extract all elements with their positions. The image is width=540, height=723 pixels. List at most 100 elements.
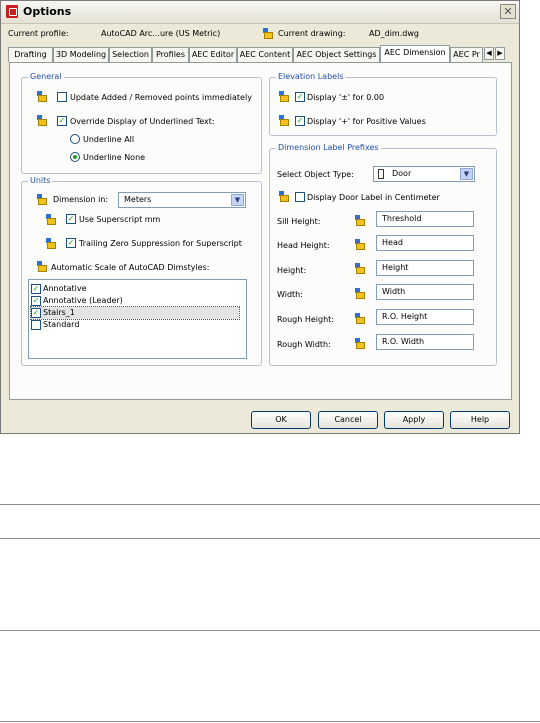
object-type-select[interactable]: Door ▼ [373, 166, 475, 182]
cancel-button[interactable]: Cancel [318, 411, 378, 429]
dimstyle-checkbox[interactable]: ✓ [31, 296, 41, 306]
drawing-setting-icon [355, 338, 365, 349]
dimstyle-label: Stairs_1 [43, 308, 75, 317]
height-label: Height: [277, 266, 307, 275]
tab-scroll-right-icon[interactable]: ▶ [495, 47, 505, 60]
list-item[interactable]: ✓ Annotative [31, 283, 239, 295]
dimstyle-label: Standard [43, 320, 80, 329]
drawing-setting-icon [279, 191, 289, 202]
apply-button[interactable]: Apply [384, 411, 444, 429]
chevron-down-icon[interactable]: ▼ [460, 168, 473, 180]
tab-scroll-left-icon[interactable]: ◀ [484, 47, 494, 60]
tab-aec-content[interactable]: AEC Content [237, 47, 293, 62]
drawing-setting-icon [37, 194, 47, 205]
help-button[interactable]: Help [450, 411, 510, 429]
chevron-down-icon[interactable]: ▼ [231, 194, 244, 206]
display-plusminus-label: Display '±' for 0.00 [307, 93, 385, 102]
height-field[interactable]: Height [376, 260, 474, 276]
trailing-zero-checkbox[interactable]: ✓ [66, 238, 76, 248]
tab-aec-editor[interactable]: AEC Editor [189, 47, 237, 62]
drawing-setting-icon [46, 214, 56, 225]
tab-aec-dimension[interactable]: AEC Dimension [380, 45, 450, 63]
use-superscript-label: Use Superscript mm [79, 215, 161, 224]
drawing-setting-icon [37, 115, 47, 126]
drawing-setting-icon [37, 261, 47, 272]
divider [0, 504, 540, 505]
current-profile-label: Current profile: [8, 29, 69, 38]
elevation-labels-group-label: Elevation Labels [276, 72, 346, 81]
tab-drafting[interactable]: Drafting [8, 47, 53, 62]
display-door-cm-checkbox[interactable] [295, 192, 305, 202]
current-drawing-value: AD_dim.dwg [369, 29, 419, 38]
divider [0, 721, 540, 722]
rough-height-field[interactable]: R.O. Height [376, 309, 474, 325]
override-display-checkbox[interactable]: ✓ [57, 116, 67, 126]
sill-height-field[interactable]: Threshold [376, 211, 474, 227]
ok-button[interactable]: OK [251, 411, 311, 429]
dimstyle-checkbox[interactable]: ✓ [31, 284, 41, 294]
divider [0, 538, 540, 539]
list-item[interactable]: ✓ Stairs_1 [30, 306, 240, 320]
use-superscript-checkbox[interactable]: ✓ [66, 214, 76, 224]
tab-selection[interactable]: Selection [109, 47, 152, 62]
width-field[interactable]: Width [376, 284, 474, 300]
display-plus-label: Display '+' for Positive Values [307, 117, 426, 126]
underline-none-radio[interactable] [70, 152, 80, 162]
autocad-app-icon [6, 5, 18, 18]
current-profile-value: AutoCAD Arc...ure (US Metric) [101, 29, 221, 38]
drawing-setting-icon [279, 115, 289, 126]
dimstyle-checkbox[interactable]: ✓ [31, 308, 41, 318]
override-display-label: Override Display of Underlined Text: [70, 117, 215, 126]
dimstyles-list[interactable]: ✓ Annotative ✓ Annotative (Leader) ✓ Sta… [28, 279, 247, 359]
drawing-setting-icon [355, 288, 365, 299]
tab-aec-pr[interactable]: AEC Pr [450, 47, 483, 62]
dimstyle-checkbox[interactable] [31, 320, 41, 330]
rough-height-label: Rough Height: [277, 315, 334, 324]
update-added-label: Update Added / Removed points immediatel… [70, 93, 252, 102]
units-group-label: Units [28, 176, 53, 185]
close-button[interactable]: ✕ [500, 4, 516, 19]
list-item[interactable]: ✓ Annotative (Leader) [31, 295, 239, 307]
tab-profiles[interactable]: Profiles [152, 47, 189, 62]
drawing-setting-icon [279, 91, 289, 102]
underline-none-label: Underline None [83, 153, 146, 162]
width-label: Width: [277, 290, 303, 299]
underline-all-radio[interactable] [70, 134, 80, 144]
drawing-setting-icon [355, 215, 365, 226]
tab-3d-modeling[interactable]: 3D Modeling [53, 47, 109, 62]
elevation-labels-group: Elevation Labels [269, 72, 497, 136]
dimstyle-label: Annotative (Leader) [43, 296, 123, 305]
drawing-setting-icon [355, 263, 365, 274]
drawing-setting-icon [46, 238, 56, 249]
object-type-value: Door [392, 169, 412, 178]
rough-width-field[interactable]: R.O. Width [376, 334, 474, 350]
tab-aec-object-settings[interactable]: AEC Object Settings [293, 47, 380, 62]
drawing-icon [263, 28, 273, 39]
select-object-type-label: Select Object Type: [277, 170, 354, 179]
door-icon [378, 169, 384, 179]
rough-width-label: Rough Width: [277, 340, 331, 349]
options-dialog: Options ✕ Current profile: AutoCAD Arc..… [0, 0, 520, 434]
drawing-setting-icon [355, 313, 365, 324]
dimension-in-label: Dimension in: [53, 195, 109, 204]
title-bar: Options ✕ [1, 1, 519, 24]
display-plus-checkbox[interactable]: ✓ [295, 116, 305, 126]
trailing-zero-label: Trailing Zero Suppression for Superscrip… [79, 239, 242, 248]
dimension-in-select[interactable]: Meters ▼ [118, 192, 246, 208]
head-height-label: Head Height: [277, 241, 330, 250]
drawing-setting-icon [355, 239, 365, 250]
list-item[interactable]: Standard [31, 319, 239, 331]
current-drawing-label: Current drawing: [278, 29, 346, 38]
dimension-in-value: Meters [124, 195, 152, 204]
dimension-label-prefixes-group-label: Dimension Label Prefixes [276, 143, 381, 152]
auto-scale-label: Automatic Scale of AutoCAD Dimstyles: [51, 263, 210, 272]
divider [0, 630, 540, 631]
update-added-checkbox[interactable] [57, 92, 67, 102]
dimstyle-label: Annotative [43, 284, 87, 293]
window-title: Options [23, 5, 72, 18]
sill-height-label: Sill Height: [277, 217, 321, 226]
drawing-setting-icon [37, 91, 47, 102]
display-plusminus-checkbox[interactable]: ✓ [295, 92, 305, 102]
general-group-label: General [28, 72, 64, 81]
head-height-field[interactable]: Head [376, 235, 474, 251]
